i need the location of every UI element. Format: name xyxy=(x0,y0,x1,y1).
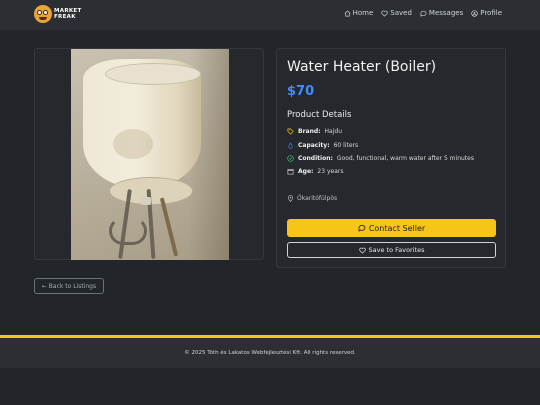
nav-messages-label: Messages xyxy=(428,9,464,17)
back-to-listings-label: ← Back to Listings xyxy=(41,282,97,290)
nav-profile-label: Profile xyxy=(480,9,502,17)
nav-saved[interactable]: Saved xyxy=(381,9,412,17)
detail-condition: Condition: Good, functional, warm water … xyxy=(287,155,474,162)
tag-icon xyxy=(287,128,294,135)
detail-brand-label: Brand: xyxy=(298,128,321,135)
detail-age-value: 23 years xyxy=(317,168,344,175)
user-circle-icon xyxy=(471,9,478,17)
listing-title: Water Heater (Boiler) xyxy=(287,59,437,75)
droplet-icon xyxy=(288,142,293,149)
contact-seller-label: Contact Seller xyxy=(368,223,426,233)
listing-photo[interactable] xyxy=(71,49,229,260)
contact-seller-button[interactable]: Contact Seller xyxy=(287,219,496,237)
detail-brand: Brand: Hajdu xyxy=(287,128,342,135)
navbar: MARKET FREAK Home Saved Messages Profile xyxy=(0,0,540,30)
product-details-heading: Product Details xyxy=(287,110,352,120)
save-to-favorites-label: Save to Favorites xyxy=(368,246,425,254)
logo-line-2: FREAK xyxy=(54,14,76,20)
save-to-favorites-button[interactable]: Save to Favorites xyxy=(287,242,496,258)
page-bottom xyxy=(0,368,540,405)
logo-text: MARKET FREAK xyxy=(54,8,82,20)
detail-condition-label: Condition: xyxy=(298,155,333,162)
detail-condition-value: Good, functional, warm water after 5 min… xyxy=(336,155,474,162)
detail-brand-value: Hajdu xyxy=(324,128,343,135)
detail-capacity-label: Capacity: xyxy=(298,142,330,149)
detail-capacity: Capacity: 60 liters xyxy=(287,142,358,149)
detail-capacity-value: 60 liters xyxy=(333,142,359,149)
detail-age: Age: 23 years xyxy=(287,168,343,175)
heart-icon xyxy=(381,10,388,17)
footer: © 2025 Tóth és Lakatos Webfejlesztési Kf… xyxy=(0,338,540,368)
nav-home[interactable]: Home xyxy=(344,9,374,17)
listing-image-card xyxy=(34,48,264,260)
nav-saved-label: Saved xyxy=(390,9,412,17)
listing-location-text: Őkaritófülpös xyxy=(297,195,338,202)
heart-icon xyxy=(358,247,366,254)
logo-mascot-icon xyxy=(34,5,52,23)
footer-copyright: © 2025 Tóth és Lakatos Webfejlesztési Kf… xyxy=(184,350,356,356)
chat-icon xyxy=(420,10,427,17)
back-to-listings-button[interactable]: ← Back to Listings xyxy=(34,278,104,294)
nav-messages[interactable]: Messages xyxy=(420,9,463,17)
water-heater-tank xyxy=(83,59,201,205)
listing-details-card: Water Heater (Boiler) $70 Product Detail… xyxy=(276,48,506,268)
listing-location: Őkaritófülpös xyxy=(287,195,337,202)
nav-links: Home Saved Messages Profile xyxy=(344,9,502,17)
detail-age-label: Age: xyxy=(298,168,314,175)
chat-icon xyxy=(358,224,366,232)
map-pin-icon xyxy=(287,195,294,202)
nav-home-label: Home xyxy=(352,9,374,17)
listing-price: $70 xyxy=(287,84,315,99)
logo[interactable]: MARKET FREAK xyxy=(34,5,82,23)
home-icon xyxy=(344,9,350,16)
check-circle-icon xyxy=(287,155,294,162)
nav-profile[interactable]: Profile xyxy=(471,9,502,17)
calendar-icon xyxy=(287,168,294,175)
